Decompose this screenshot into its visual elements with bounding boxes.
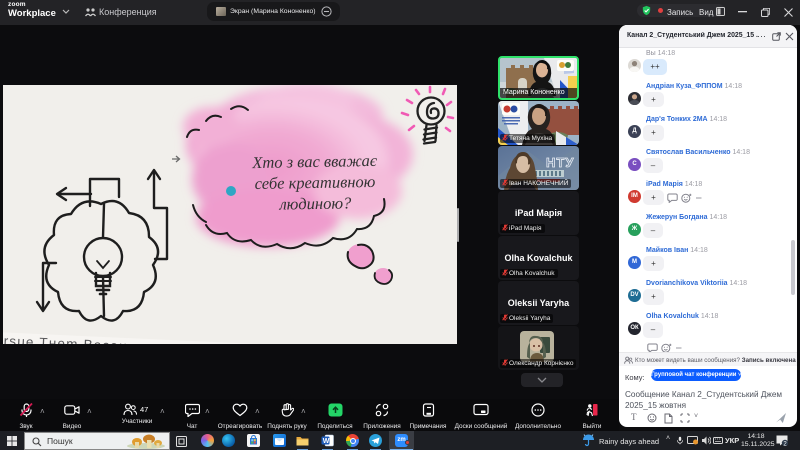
svg-text:W: W [323,438,330,445]
svg-text:НТУ: НТУ [546,155,574,170]
